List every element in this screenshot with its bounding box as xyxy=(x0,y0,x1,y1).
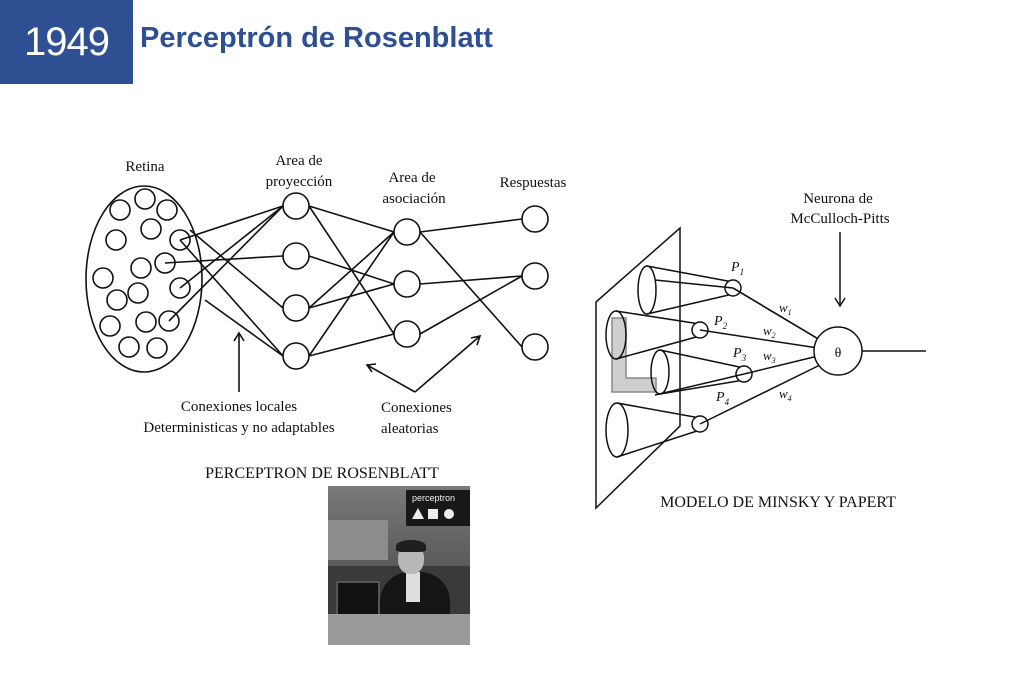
projection-label-line1: Area de xyxy=(275,153,322,169)
projection-nodes xyxy=(282,192,310,370)
random-connections-label-line2: aleatorias xyxy=(381,421,439,437)
association-label-line1: Area de xyxy=(388,170,435,186)
minsky-papert-model xyxy=(595,226,926,510)
photo-table xyxy=(328,614,470,645)
projection-label-line2: proyección xyxy=(266,174,333,190)
sign-text: perceptron xyxy=(412,493,456,503)
retina-cells xyxy=(92,188,191,359)
minsky-papert-caption: MODELO DE MINSKY Y PAPERT xyxy=(660,494,896,511)
weight-label-3: w3 xyxy=(763,348,776,365)
perceptron-diagrams: Retina Area de proyección Area de asocia… xyxy=(85,153,926,511)
person-shirt xyxy=(406,572,420,602)
rosenblatt-network xyxy=(85,185,549,393)
rosenblatt-caption: PERCEPTRON DE ROSENBLATT xyxy=(205,465,439,482)
triangle-shape-icon xyxy=(412,508,424,519)
association-label-line2: asociación xyxy=(382,191,446,207)
local-connections-label-line1: Conexiones locales xyxy=(181,399,297,415)
responses-label: Respuestas xyxy=(500,175,567,191)
theta-symbol: θ xyxy=(835,346,842,361)
predicate-label-4: P4 xyxy=(715,390,730,407)
random-connections-label-line1: Conexiones xyxy=(381,400,452,416)
neuron-label-line1: Neurona de xyxy=(803,191,873,207)
weight-label-1: w1 xyxy=(779,300,792,317)
predicate-label-1: P1 xyxy=(730,260,744,277)
response-nodes xyxy=(521,205,549,361)
circle-shape-icon xyxy=(444,509,454,519)
association-nodes xyxy=(393,218,421,348)
weight-label-4: w4 xyxy=(779,386,792,403)
l-shape-figure xyxy=(611,317,657,393)
neuron-label-line2: McCulloch-Pitts xyxy=(790,211,889,227)
person-hair xyxy=(396,540,426,552)
photo-board xyxy=(328,520,388,560)
local-connections-label-line2: Deterministicas y no adaptables xyxy=(143,420,334,436)
predicate-label-2: P2 xyxy=(713,314,728,331)
square-shape-icon xyxy=(428,509,438,519)
rosenblatt-photo: perceptron xyxy=(328,486,470,645)
predicate-label-3: P3 xyxy=(732,346,747,363)
weight-label-2: w2 xyxy=(763,323,776,340)
retina-label: Retina xyxy=(125,159,164,175)
